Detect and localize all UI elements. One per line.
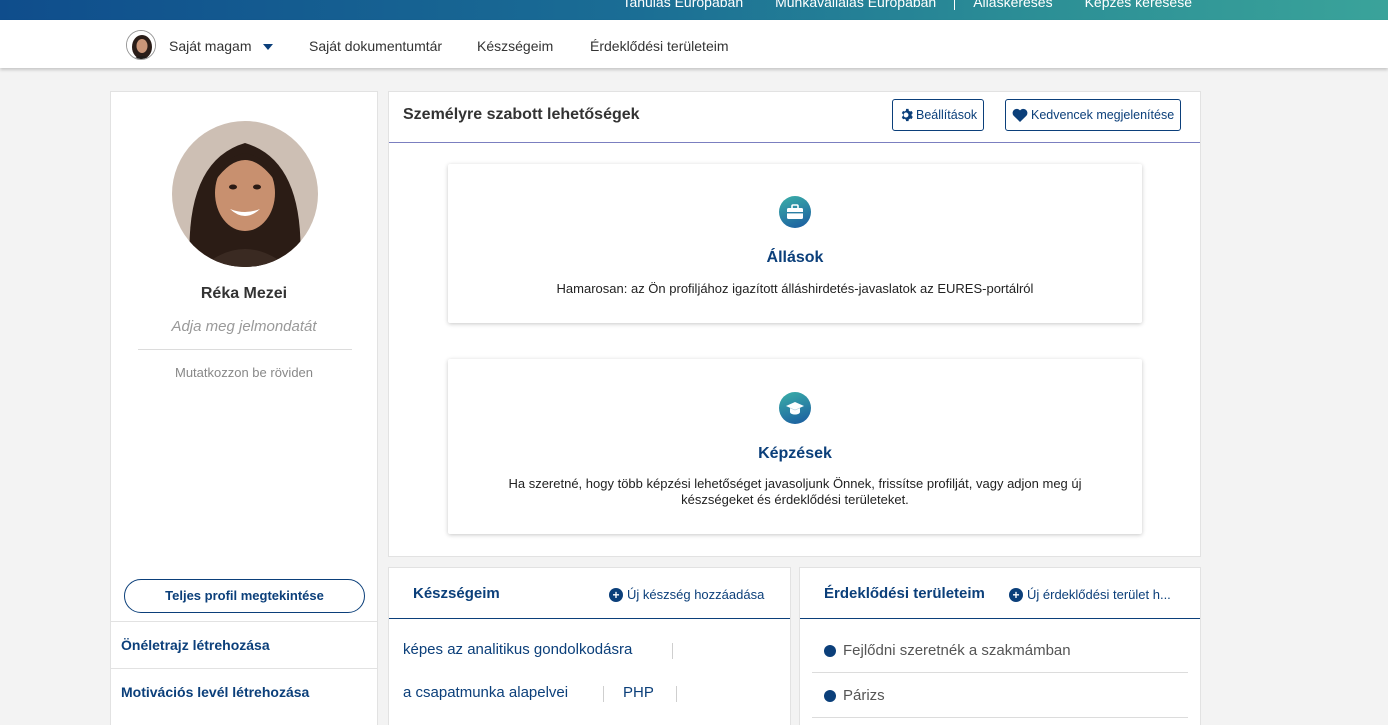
plus-circle-icon: +: [609, 587, 623, 602]
show-favorites-button[interactable]: Kedvencek megjelenítése: [1005, 99, 1182, 131]
opportunities-title: Személyre szabott lehetőségek: [403, 106, 640, 123]
bullet-icon: [824, 690, 836, 702]
view-full-profile-button[interactable]: Teljes profil megtekintése: [124, 579, 365, 613]
create-cover-letter-link[interactable]: Motivációs levél létrehozása: [111, 668, 377, 715]
skill-separator: [676, 686, 677, 702]
profile-divider: [138, 349, 352, 350]
nav-user-menu[interactable]: Saját magam: [169, 20, 274, 68]
heart-icon: [1012, 108, 1028, 122]
add-interest-button[interactable]: + Új érdeklődési terület h...: [1009, 587, 1171, 602]
show-favorites-label: Kedvencek megjelenítése: [1031, 108, 1175, 122]
opportunities-header: Személyre szabott lehetőségek Beállításo…: [389, 92, 1200, 143]
top-header-bar: Tanulás Európában Munkavállalás Európába…: [0, 0, 1388, 20]
jobs-card[interactable]: Állások Hamarosan: az Ön profiljához iga…: [448, 164, 1142, 323]
top-links: Tanulás Európában Munkavállalás Európába…: [590, 0, 1192, 10]
add-interest-label: Új érdeklődési terület h...: [1027, 587, 1171, 602]
skills-panel: Készségeim + Új készség hozzáadása képes…: [388, 567, 791, 725]
nav-user-label: Saját magam: [169, 38, 252, 54]
bullet-icon: [824, 645, 836, 657]
skills-header: Készségeim + Új készség hozzáadása: [389, 568, 790, 619]
nav-skills[interactable]: Készségeim: [477, 20, 553, 68]
interest-item[interactable]: Párizs: [812, 674, 1188, 718]
skill-tag[interactable]: PHP: [623, 684, 654, 701]
interest-label: Fejlődni szeretnék a szakmámban: [843, 642, 1071, 659]
add-skill-button[interactable]: + Új készség hozzáadása: [609, 587, 764, 602]
briefcase-icon: [779, 196, 811, 228]
interest-label: Párizs: [843, 687, 885, 704]
interest-item[interactable]: Fejlődni szeretnék a szakmámban: [812, 629, 1188, 673]
add-skill-label: Új készség hozzáadása: [627, 587, 765, 602]
skill-tag[interactable]: a csapatmunka alapelvei: [403, 684, 568, 701]
skill-separator: [603, 686, 604, 702]
interests-title: Érdeklődési területeim: [824, 585, 985, 602]
top-link-job-search[interactable]: Álláskeresés: [973, 0, 1052, 10]
opportunities-panel: Személyre szabott lehetőségek Beállításo…: [388, 91, 1201, 557]
plus-circle-icon: +: [1009, 587, 1023, 602]
interests-panel: Érdeklődési területeim + Új érdeklődési …: [799, 567, 1201, 725]
intro-field[interactable]: Mutatkozzon be röviden: [111, 365, 377, 380]
top-link-learning[interactable]: Tanulás Európában: [622, 0, 743, 10]
top-link-separator: [954, 0, 956, 10]
trainings-card[interactable]: Képzések Ha szeretné, hogy több képzési …: [448, 359, 1142, 534]
motto-field[interactable]: Adja meg jelmondatát: [111, 318, 377, 335]
skills-title: Készségeim: [413, 585, 500, 602]
profile-name: Réka Mezei: [200, 285, 288, 302]
skill-separator: [672, 643, 673, 659]
trainings-title: Képzések: [758, 445, 832, 462]
top-link-working[interactable]: Munkavállalás Európában: [775, 0, 936, 10]
user-avatar-icon[interactable]: [126, 30, 156, 60]
jobs-description: Hamarosan: az Ön profiljához igazított á…: [556, 281, 1034, 296]
top-link-training-search[interactable]: Képzés keresése: [1085, 0, 1192, 10]
settings-button[interactable]: Beállítások: [892, 99, 985, 131]
nav-interests[interactable]: Érdeklődési területeim: [590, 20, 729, 68]
jobs-title: Állások: [766, 249, 824, 266]
trainings-description: Ha szeretné, hogy több képzési lehetőség…: [508, 476, 1082, 507]
profile-panel: Réka Mezei Adja meg jelmondatát Mutatkoz…: [110, 91, 378, 725]
settings-label: Beállítások: [916, 108, 978, 122]
create-cv-link[interactable]: Önéletrajz létrehozása: [111, 621, 377, 668]
interests-header: Érdeklődési területeim + Új érdeklődési …: [800, 568, 1200, 619]
caret-down-icon: [263, 44, 274, 51]
profile-photo: [172, 121, 318, 267]
graduation-cap-icon: [779, 392, 811, 424]
nav-document-library[interactable]: Saját dokumentumtár: [309, 20, 442, 68]
main-navbar: Saját magam Saját dokumentumtár Készsége…: [0, 20, 1388, 68]
skill-tag[interactable]: képes az analitikus gondolkodásra: [403, 641, 632, 658]
gear-icon: [901, 108, 913, 122]
